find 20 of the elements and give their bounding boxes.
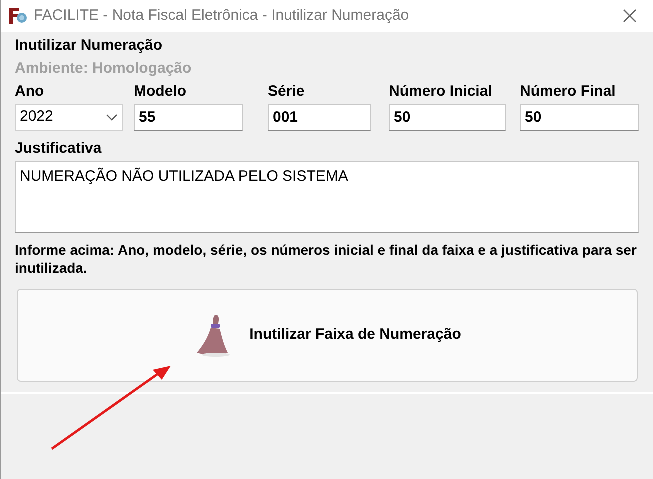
input-field[interactable]: 50 bbox=[520, 104, 639, 131]
field-label: Modelo bbox=[134, 82, 188, 102]
app-logo-icon bbox=[7, 5, 29, 27]
field-label: Série bbox=[268, 82, 306, 102]
field-label: Número Final bbox=[520, 82, 617, 102]
chevron-down-icon bbox=[106, 114, 118, 122]
close-icon[interactable] bbox=[623, 9, 637, 23]
year-dropdown[interactable]: 2022 bbox=[15, 104, 123, 131]
environment-label: Ambiente: Homologação bbox=[15, 59, 193, 79]
field-label: Número Inicial bbox=[389, 82, 494, 102]
input-field[interactable]: 001 bbox=[268, 104, 371, 131]
group-title: Inutilizar Numeração bbox=[15, 36, 164, 56]
window-title: FACILITE - Nota Fiscal Eletrônica - Inutilizar Numeração bbox=[34, 6, 410, 26]
field-label: Ano bbox=[15, 82, 46, 102]
instruction-text: Informe acima: Ano, modelo, série, os números inicial e final da faixa e a justificativa para ser inutilizada. bbox=[15, 241, 638, 277]
discard-range-button[interactable]: Inutilizar Faixa de Numeração bbox=[17, 289, 638, 382]
input-field[interactable]: 55 bbox=[134, 104, 243, 131]
justification-field[interactable]: NUMERAÇÃO NÃO UTILIZADA PELO SISTEMA bbox=[15, 161, 639, 233]
field-label: Justificativa bbox=[15, 139, 103, 159]
input-field[interactable]: 50 bbox=[389, 104, 506, 131]
